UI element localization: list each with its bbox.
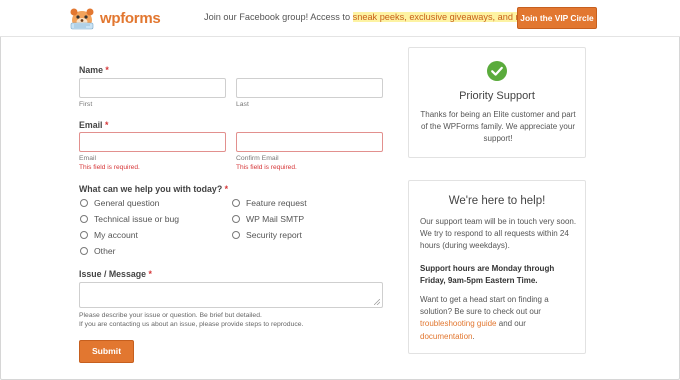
option-label: Security report <box>246 230 302 240</box>
troubleshooting-guide-link[interactable]: troubleshooting guide <box>420 319 497 328</box>
option-my-account[interactable]: My account <box>80 230 138 240</box>
option-general-question[interactable]: General question <box>80 198 159 208</box>
email-sublabel: Email <box>79 155 96 162</box>
option-label: Technical issue or bug <box>94 214 180 224</box>
bear-mascot-icon <box>70 8 94 30</box>
help-card-response-text: Our support team will be in touch very s… <box>420 217 577 251</box>
join-vip-button[interactable]: Join the VIP Circle <box>517 7 597 29</box>
help-card: We're here to help! Our support team wil… <box>408 180 586 354</box>
email-label-text: Email <box>79 120 103 130</box>
help-question-text: What can we help you with today? <box>79 184 223 194</box>
first-name-sublabel: First <box>79 101 93 108</box>
promo-message: Join our Facebook group! Access to sneak… <box>204 12 539 22</box>
message-textarea[interactable] <box>79 282 383 308</box>
option-label: Other <box>94 246 116 256</box>
option-label: Feature request <box>246 198 307 208</box>
first-name-input[interactable] <box>79 78 226 98</box>
radio-button[interactable] <box>80 231 88 239</box>
documentation-link[interactable]: documentation <box>420 332 472 341</box>
radio-button[interactable] <box>232 215 240 223</box>
option-label: My account <box>94 230 138 240</box>
resize-grip-icon[interactable] <box>374 299 380 305</box>
confirm-email-field[interactable] <box>236 132 383 152</box>
message-help-line1: Please describe your issue or question. … <box>79 312 262 319</box>
message-label: Issue / Message * <box>79 269 152 279</box>
option-security-report[interactable]: Security report <box>232 230 302 240</box>
message-label-text: Issue / Message <box>79 269 146 279</box>
option-label: WP Mail SMTP <box>246 214 305 224</box>
help-card-resources-text: Want to get a head start on finding a so… <box>420 294 580 343</box>
required-marker: * <box>105 65 109 75</box>
promo-highlight: sneak peeks, exclusive giveaways, and mo… <box>352 12 537 22</box>
last-name-input[interactable] <box>236 78 383 98</box>
name-label: Name * <box>79 65 109 75</box>
confirm-email-sublabel: Confirm Email <box>236 155 279 162</box>
radio-button[interactable] <box>80 215 88 223</box>
required-marker: * <box>104 120 109 130</box>
radio-button[interactable] <box>80 199 88 207</box>
help-question-label: What can we help you with today? * <box>79 184 228 194</box>
top-bar: wpforms Join our Facebook group! Access … <box>0 0 680 37</box>
priority-support-card: Priority Support Thanks for being an Eli… <box>408 47 586 158</box>
required-marker: * <box>148 269 152 279</box>
wpforms-logo[interactable]: wpforms <box>68 6 161 30</box>
radio-button[interactable] <box>232 231 240 239</box>
brand-name: wpforms <box>100 9 161 27</box>
option-label: General question <box>94 198 160 208</box>
confirm-email-error: This field is required. <box>236 164 297 171</box>
last-name-sublabel: Last <box>236 101 249 108</box>
email-field[interactable] <box>79 132 226 152</box>
option-other[interactable]: Other <box>80 246 116 256</box>
option-technical-issue[interactable]: Technical issue or bug <box>80 214 179 224</box>
priority-support-text: Thanks for being an Elite customer and p… <box>420 110 576 144</box>
promo-prefix: Join our Facebook group! Access to <box>204 12 353 22</box>
option-feature-request[interactable]: Feature request <box>232 198 307 208</box>
resources-suffix: . <box>472 331 475 341</box>
radio-button[interactable] <box>232 199 240 207</box>
name-label-text: Name <box>79 65 103 75</box>
help-card-hours-text: Support hours are Monday through Friday,… <box>420 264 555 286</box>
submit-button[interactable]: Submit <box>79 340 134 363</box>
email-error: This field is required. <box>79 164 140 171</box>
check-circle-icon <box>487 61 507 81</box>
help-card-title: We're here to help! <box>448 195 546 207</box>
resources-prefix: Want to get a head start on finding a so… <box>420 295 549 317</box>
radio-button[interactable] <box>80 247 88 255</box>
message-help-line2: If you are contacting us about an issue,… <box>79 321 304 328</box>
option-wp-mail-smtp[interactable]: WP Mail SMTP <box>232 214 304 224</box>
priority-support-title: Priority Support <box>459 90 535 102</box>
required-marker: * <box>224 184 229 194</box>
email-label: Email * <box>79 120 108 130</box>
resources-mid: and our <box>496 319 526 329</box>
